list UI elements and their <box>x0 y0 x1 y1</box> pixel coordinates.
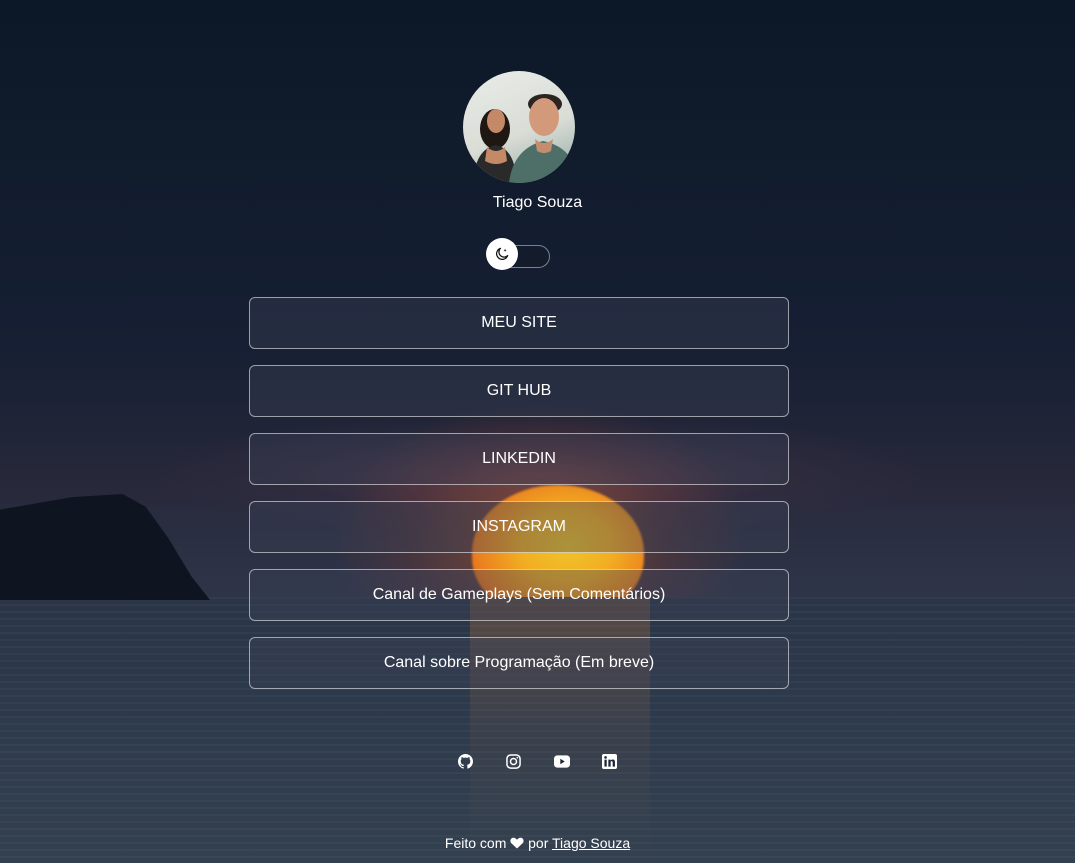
link-instagram-button[interactable]: INSTAGRAM <box>249 501 789 553</box>
link-meu-site-button[interactable]: MEU SITE <box>249 297 789 349</box>
instagram-icon[interactable] <box>506 752 522 770</box>
footer-prefix: Feito com <box>444 835 507 851</box>
youtube-icon[interactable] <box>553 752 570 770</box>
avatar-photo <box>473 94 575 183</box>
linktree-page: Tiago Souza MEU SITE GIT HUB LINKEDIN IN… <box>0 0 1075 863</box>
footer-middle: por <box>528 835 549 851</box>
social-icons-bar <box>0 752 1075 770</box>
theme-toggle[interactable] <box>486 238 550 270</box>
link-github-button[interactable]: GIT HUB <box>249 365 789 417</box>
theme-toggle-knob[interactable] <box>486 238 518 270</box>
heart-icon <box>510 837 524 849</box>
link-programming-channel-button[interactable]: Canal sobre Programação (Em breve) <box>249 637 789 689</box>
link-linkedin-button[interactable]: LINKEDIN <box>249 433 789 485</box>
profile-name: Tiago Souza <box>492 194 583 211</box>
avatar <box>463 71 575 183</box>
link-gameplays-channel-button[interactable]: Canal de Gameplays (Sem Comentários) <box>249 569 789 621</box>
footer-author-link[interactable]: Tiago Souza <box>552 835 630 851</box>
github-icon[interactable] <box>458 752 474 770</box>
links-list: MEU SITE GIT HUB LINKEDIN INSTAGRAM Cana… <box>249 297 789 705</box>
linkedin-icon[interactable] <box>602 752 618 770</box>
moon-icon <box>496 247 509 260</box>
footer: Feito com por Tiago Souza <box>0 835 1075 851</box>
